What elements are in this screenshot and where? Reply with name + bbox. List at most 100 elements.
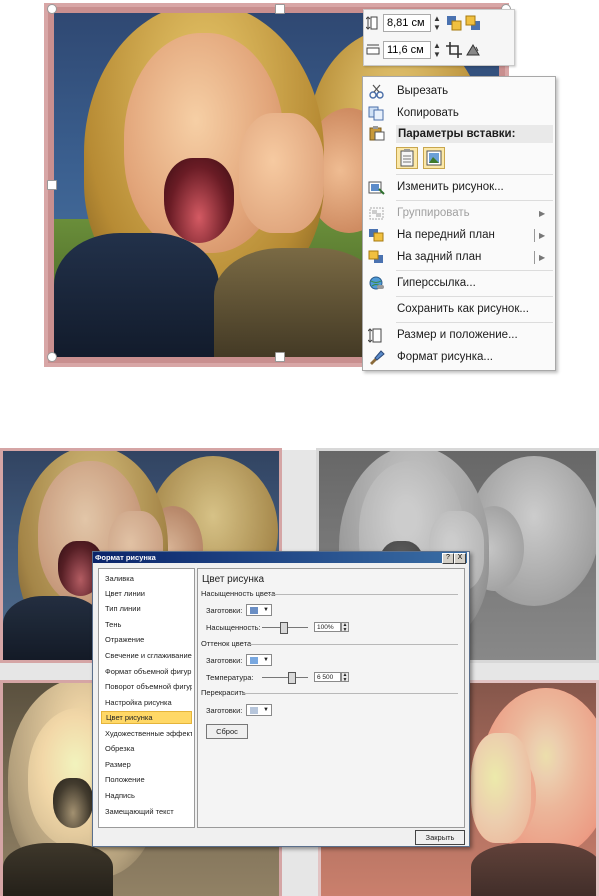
- size-position-icon: [368, 327, 382, 343]
- photo-girl2-shirt: [471, 843, 596, 896]
- nav-item-glow[interactable]: Свечение и сглаживание: [101, 649, 192, 662]
- photo-girl2-shirt: [214, 248, 384, 357]
- paste-clipboard-icon: [400, 149, 414, 167]
- saturation-presets-label: Заготовки:: [206, 606, 243, 615]
- nav-item-line-style[interactable]: Тип линии: [101, 602, 192, 615]
- bring-to-front-icon: [369, 228, 384, 241]
- reset-button[interactable]: Сброс: [206, 724, 248, 739]
- width-input[interactable]: 11,6 см: [383, 41, 431, 59]
- height-input[interactable]: 8,81 см: [383, 14, 431, 32]
- bring-forward-icon[interactable]: [446, 15, 462, 31]
- resize-handle-top-left[interactable]: [47, 4, 57, 14]
- paste-picture-button[interactable]: [423, 147, 445, 169]
- send-to-back-icon: [368, 250, 383, 263]
- nav-item-alt-text[interactable]: Замещающий текст: [101, 805, 192, 818]
- resize-handle-top[interactable]: [275, 4, 285, 14]
- resize-handle-left[interactable]: [47, 180, 57, 190]
- nav-item-picture-corrections[interactable]: Настройка рисунка: [101, 696, 192, 709]
- width-spinner[interactable]: ▲ ▼: [431, 41, 443, 59]
- paste-icon: [369, 126, 385, 141]
- menu-item-save-as-picture[interactable]: Сохранить как рисунок...: [363, 299, 553, 319]
- nav-item-shadow[interactable]: Тень: [101, 618, 192, 631]
- menu-separator: [396, 270, 553, 271]
- menu-item-cut[interactable]: Вырезать: [363, 81, 553, 101]
- section-divider: [268, 594, 458, 595]
- recolor-presets-label: Заготовки:: [206, 706, 243, 715]
- panel-title: Цвет рисунка: [202, 574, 265, 585]
- menu-item-size-position[interactable]: Размер и положение...: [363, 325, 553, 345]
- menu-item-group[interactable]: Группировать ▶: [363, 203, 553, 223]
- change-picture-icon: [368, 181, 385, 195]
- chevron-down-icon: ▼: [263, 657, 269, 663]
- close-button[interactable]: Закрыть: [415, 830, 465, 845]
- temperature-slider-thumb[interactable]: [288, 672, 296, 684]
- submenu-arrow-icon[interactable]: ▶: [539, 253, 553, 262]
- saturation-section-label: Насыщенность цвета: [201, 589, 276, 598]
- menu-separator: [396, 296, 553, 297]
- nav-item-3d-rotation[interactable]: Поворот объемной фигуры: [101, 680, 192, 693]
- resize-handle-bottom[interactable]: [275, 352, 285, 362]
- nav-item-line-color[interactable]: Цвет линии: [101, 587, 192, 600]
- photo-hand: [239, 113, 324, 233]
- nav-item-picture-color[interactable]: Цвет рисунка: [101, 711, 192, 724]
- saturation-label: Насыщенность:: [206, 623, 261, 632]
- saturation-spinner[interactable]: ▲ ▼: [341, 622, 349, 633]
- photo-girl1-shirt: [3, 843, 113, 896]
- context-menu: Вырезать Копировать Параметры вставки: И…: [362, 76, 556, 371]
- saturation-presets-dropdown[interactable]: ▼: [246, 604, 272, 616]
- temperature-value-input[interactable]: 6 500: [314, 672, 341, 682]
- submenu-arrow-icon[interactable]: ▶: [539, 231, 553, 240]
- menu-item-copy[interactable]: Копировать: [363, 103, 553, 123]
- nav-item-crop[interactable]: Обрезка: [101, 742, 192, 755]
- menu-item-change-picture[interactable]: Изменить рисунок...: [363, 177, 553, 197]
- scissors-icon: [369, 84, 384, 99]
- crop-icon[interactable]: [446, 42, 462, 58]
- height-spinner[interactable]: ▲ ▼: [431, 14, 443, 32]
- send-backward-icon[interactable]: [465, 15, 481, 31]
- paste-picture-icon: [426, 150, 442, 166]
- nav-item-size[interactable]: Размер: [101, 758, 192, 771]
- saturation-value-input[interactable]: 100%: [314, 622, 341, 632]
- temperature-slider-track[interactable]: [262, 677, 308, 678]
- menu-label-save-as-picture: Сохранить как рисунок...: [397, 303, 529, 315]
- nav-item-fill[interactable]: Заливка: [101, 572, 192, 585]
- nav-item-3d-format[interactable]: Формат объемной фигуры: [101, 665, 192, 678]
- recolor-preset-icon: [250, 706, 258, 714]
- height-icon: [366, 16, 378, 30]
- section-divider: [250, 644, 458, 645]
- dialog-title: Формат рисунка: [95, 553, 156, 562]
- menu-label-cut: Вырезать: [397, 85, 449, 97]
- menu-item-bring-to-front[interactable]: На передний план ▶: [363, 225, 553, 245]
- recolor-presets-dropdown[interactable]: ▼: [246, 704, 272, 716]
- photo-girl1-mouth: [164, 158, 234, 243]
- paste-keep-formatting-button[interactable]: [396, 147, 418, 169]
- menu-label-bring-to-front: На передний план: [397, 229, 495, 241]
- nav-item-reflection[interactable]: Отражение: [101, 633, 192, 646]
- nav-item-text-box[interactable]: Надпись: [101, 789, 192, 802]
- chevron-down-icon: ▼: [263, 707, 269, 713]
- tone-presets-dropdown[interactable]: ▼: [246, 654, 272, 666]
- help-button[interactable]: ?: [442, 553, 454, 564]
- menu-separator: [396, 322, 553, 323]
- width-icon: [366, 44, 380, 55]
- temperature-spinner[interactable]: ▲ ▼: [341, 672, 349, 683]
- menu-item-hyperlink[interactable]: Гиперссылка...: [363, 273, 553, 293]
- menu-item-format-picture[interactable]: Формат рисунка...: [363, 347, 553, 367]
- saturation-slider-thumb[interactable]: [280, 622, 288, 634]
- menu-label-change-picture: Изменить рисунок...: [397, 181, 504, 193]
- menu-label-group: Группировать: [397, 207, 470, 219]
- copy-icon: [368, 106, 384, 120]
- nav-item-position[interactable]: Положение: [101, 773, 192, 786]
- format-picture-dialog: Формат рисунка ? X Заливка Цвет линии Ти…: [92, 551, 470, 847]
- rotate-icon[interactable]: [465, 42, 481, 58]
- close-x-button[interactable]: X: [454, 553, 466, 564]
- save-as-picture-icon: [368, 302, 385, 317]
- paste-options-header: Параметры вставки:: [396, 125, 553, 143]
- resize-handle-bottom-left[interactable]: [47, 352, 57, 362]
- hyperlink-globe-icon: [369, 276, 384, 289]
- format-picture-icon: [370, 349, 385, 365]
- tone-preset-icon: [250, 656, 258, 664]
- nav-item-artistic-effects[interactable]: Художественные эффекты: [101, 727, 192, 740]
- dialog-title-bar: Формат рисунка: [93, 552, 467, 563]
- menu-item-send-to-back[interactable]: На задний план ▶: [363, 247, 553, 267]
